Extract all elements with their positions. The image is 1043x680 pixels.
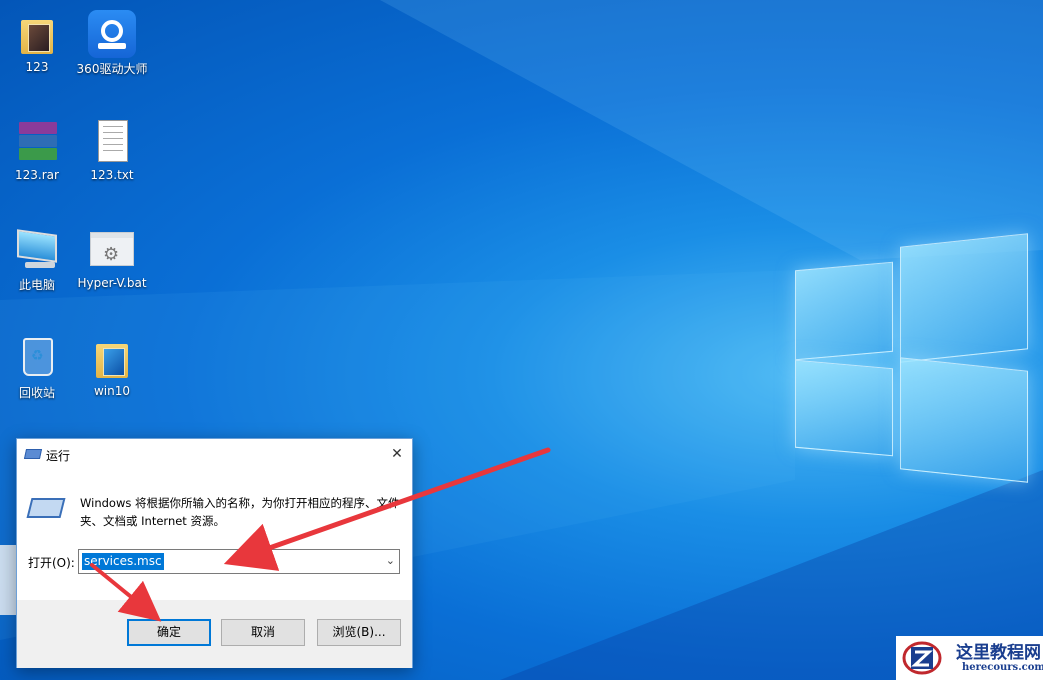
desktop-icon-label: 123.rar <box>15 168 59 182</box>
folder-icon <box>88 334 136 382</box>
windows-logo <box>795 233 1030 483</box>
watermark-title: 这里教程网 <box>956 643 1041 663</box>
windows-logo-pane <box>795 261 893 361</box>
desktop-icon-label: 123 <box>25 60 49 74</box>
cancel-button[interactable]: 取消 <box>221 619 305 646</box>
open-combobox[interactable]: services.msc ⌄ <box>78 549 400 574</box>
text-file-icon <box>88 118 136 166</box>
run-program-icon <box>26 498 66 518</box>
partially-hidden-desktop-icon[interactable] <box>0 545 16 615</box>
chevron-down-icon[interactable]: ⌄ <box>386 554 395 567</box>
desktop-icon-label: Hyper-V.bat <box>77 276 147 290</box>
desktop-icon-hyper-v-bat[interactable]: ⚙ Hyper-V.bat <box>75 222 149 322</box>
windows-logo-pane <box>900 233 1028 363</box>
watermark-url: herecours.com <box>962 662 1043 673</box>
ok-button[interactable]: 确定 <box>127 619 211 646</box>
recycle-bin-icon: ♻ <box>13 334 61 382</box>
windows-logo-pane <box>795 359 893 457</box>
site-watermark: 这里教程网 herecours.com <box>896 636 1043 680</box>
desktop-icon-123-rar[interactable]: 123.rar <box>0 114 74 214</box>
desktop-icon-123-txt[interactable]: 123.txt <box>75 114 149 214</box>
desktop-icon-label: 此电脑 <box>18 278 55 292</box>
driver-master-icon <box>88 10 136 58</box>
run-dialog-description: Windows 将根据你所输入的名称，为你打开相应的程序、文件夹、文档或 Int… <box>80 496 400 528</box>
run-dialog: 运行 ✕ Windows 将根据你所输入的名称，为你打开相应的程序、文件夹、文档… <box>16 438 413 668</box>
desktop-icon-recycle-bin[interactable]: ♻ 回收站 <box>0 330 74 430</box>
open-input-value[interactable]: services.msc <box>82 553 164 570</box>
winrar-archive-icon <box>13 118 61 166</box>
run-icon <box>23 449 43 459</box>
desktop-icon-this-pc[interactable]: 此电脑 <box>0 222 74 322</box>
desktop-icon-360-driver-master[interactable]: 360驱动大师 <box>75 6 149 106</box>
windows-logo-pane <box>900 357 1028 483</box>
desktop-icon-label: 360驱动大师 <box>76 62 148 76</box>
run-dialog-button-bar: 确定 取消 浏览(B)... <box>17 600 412 668</box>
folder-icon <box>13 10 61 58</box>
browse-button[interactable]: 浏览(B)... <box>317 619 401 646</box>
desktop-icon-label: 回收站 <box>18 386 55 400</box>
desktop-icon-123-folder[interactable]: 123 <box>0 6 74 106</box>
this-pc-icon <box>13 226 61 274</box>
desktop-icon-label: 123.txt <box>90 168 134 182</box>
run-dialog-title: 运行 <box>46 449 71 463</box>
watermark-logo <box>902 641 942 675</box>
desktop-icon-win10-folder[interactable]: win10 <box>75 330 149 430</box>
desktop-icon-label: win10 <box>93 384 131 398</box>
close-button[interactable]: ✕ <box>382 439 412 470</box>
run-dialog-body: Windows 将根据你所输入的名称，为你打开相应的程序、文件夹、文档或 Int… <box>17 470 412 600</box>
open-label: 打开(O): <box>28 556 75 570</box>
batch-file-icon: ⚙ <box>88 226 136 274</box>
run-dialog-titlebar[interactable]: 运行 ✕ <box>17 439 412 470</box>
